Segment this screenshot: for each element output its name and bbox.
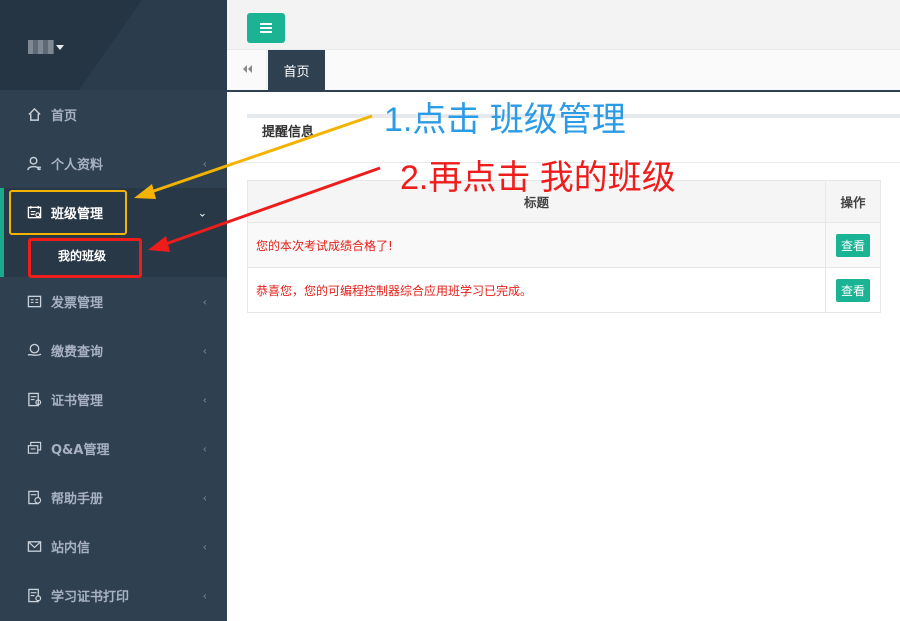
highlight-box-class-management (9, 190, 127, 235)
panel-title: 提醒信息 (262, 125, 315, 140)
chevron-left-icon: ‹ (202, 393, 207, 406)
sidebar-item-label: 站内信 (51, 541, 91, 556)
profile-header (0, 0, 227, 90)
sidebar-nav-rest: 发票管理 ‹ 缴费查询 ‹ 证书管理 ‹ Q&A管理 ‹ 帮助手册 ‹ 站内信 … (0, 277, 227, 620)
message-table: 标题 操作 您的本次考试成绩合格了! 查看 恭喜您，您的可编程控制器综合应用班学… (247, 180, 881, 313)
chevron-left-icon: ‹ (202, 442, 207, 455)
sidebar-item-label: 学习证书打印 (51, 590, 130, 605)
chevron-left-icon: ‹ (202, 491, 207, 504)
menu-toggle-button[interactable] (247, 13, 285, 43)
mail-icon (25, 538, 43, 556)
sidebar-item-invoice[interactable]: 发票管理 ‹ (0, 277, 227, 326)
sidebar-item-profile[interactable]: 个人资料 ‹ (0, 139, 227, 188)
sidebar-item-mail[interactable]: 站内信 ‹ (0, 522, 227, 571)
caret-down-icon[interactable] (56, 45, 64, 50)
view-button[interactable]: 查看 (835, 233, 870, 257)
step2-annotation: 2.再点击 我的班级 (400, 159, 676, 197)
message-title: 您的本次考试成绩合格了! (247, 222, 826, 268)
sidebar-item-label: 缴费查询 (51, 345, 104, 360)
certificate-icon (25, 391, 43, 409)
sidebar-item-label: 帮助手册 (51, 492, 104, 507)
sidebar-item-print-certificate[interactable]: 学习证书打印 ‹ (0, 571, 227, 620)
tab-home[interactable]: 首页 (268, 50, 325, 90)
user-icon (25, 155, 43, 173)
step1-annotation: 1.点击 班级管理 (384, 101, 626, 139)
payment-icon (25, 342, 43, 360)
view-button[interactable]: 查看 (835, 278, 870, 302)
sidebar-item-label: 发票管理 (51, 296, 104, 311)
sidebar-item-label: 证书管理 (51, 394, 104, 409)
table-row: 您的本次考试成绩合格了! 查看 (247, 222, 881, 268)
tabs-scroll-left-button[interactable] (227, 50, 267, 90)
chat-icon (25, 440, 43, 458)
chevron-left-icon: ‹ (202, 540, 207, 553)
chevron-down-icon: ⌄ (197, 206, 207, 219)
hamburger-icon (259, 19, 273, 38)
chevron-left-icon: ‹ (202, 344, 207, 357)
action-cell: 查看 (825, 222, 881, 268)
table-row: 恭喜您，您的可编程控制器综合应用班学习已完成。 查看 (247, 267, 881, 313)
action-cell: 查看 (825, 267, 881, 313)
home-icon (25, 106, 43, 124)
sidebar-item-payment[interactable]: 缴费查询 ‹ (0, 326, 227, 375)
sidebar-item-help[interactable]: 帮助手册 ‹ (0, 473, 227, 522)
column-header-action: 操作 (825, 180, 881, 223)
chevron-left-icon: ‹ (202, 157, 207, 170)
sidebar-item-qa[interactable]: Q&A管理 ‹ (0, 424, 227, 473)
tab-bar: 首页 (227, 50, 900, 92)
sidebar-item-label: 个人资料 (51, 158, 104, 173)
message-title: 恭喜您，您的可编程控制器综合应用班学习已完成。 (247, 267, 826, 313)
invoice-icon (25, 293, 43, 311)
chevron-left-icon: ‹ (202, 589, 207, 602)
sidebar-item-home[interactable]: 首页 (0, 90, 227, 139)
sidebar-item-certificate[interactable]: 证书管理 ‹ (0, 375, 227, 424)
sidebar-item-label: 首页 (51, 109, 78, 124)
print-certificate-icon (25, 587, 43, 605)
chevron-left-icon: ‹ (202, 295, 207, 308)
help-icon (25, 489, 43, 507)
sidebar: 首页 个人资料 ‹ 班级管理 ⌄ 我的班级 发票管理 ‹ 缴费查询 ‹ 证书管理 (0, 0, 227, 621)
user-name-blurred[interactable] (28, 40, 54, 54)
top-navbar (227, 0, 900, 50)
highlight-box-my-class (28, 238, 142, 278)
sidebar-item-label: Q&A管理 (51, 443, 110, 458)
double-chevron-left-icon (241, 63, 253, 77)
